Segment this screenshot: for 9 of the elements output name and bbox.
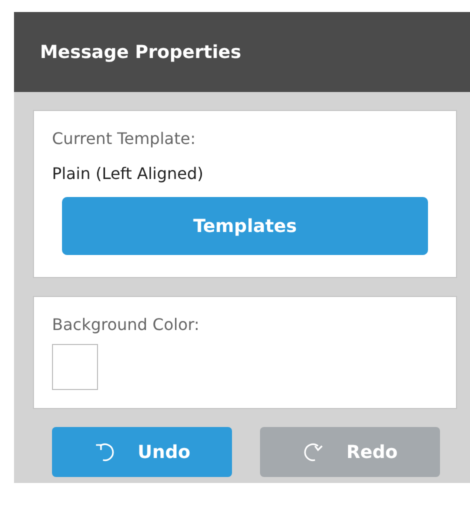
redo-icon — [302, 441, 324, 463]
templates-button[interactable]: Templates — [62, 197, 428, 255]
template-label: Current Template: — [52, 129, 197, 148]
panel-title: Message Properties — [14, 12, 470, 92]
background-color-label: Background Color: — [52, 315, 200, 334]
color-swatch[interactable] — [52, 344, 98, 390]
undo-icon — [94, 441, 116, 463]
template-value: Plain (Left Aligned) — [52, 164, 204, 183]
undo-button[interactable]: Undo — [52, 427, 232, 477]
